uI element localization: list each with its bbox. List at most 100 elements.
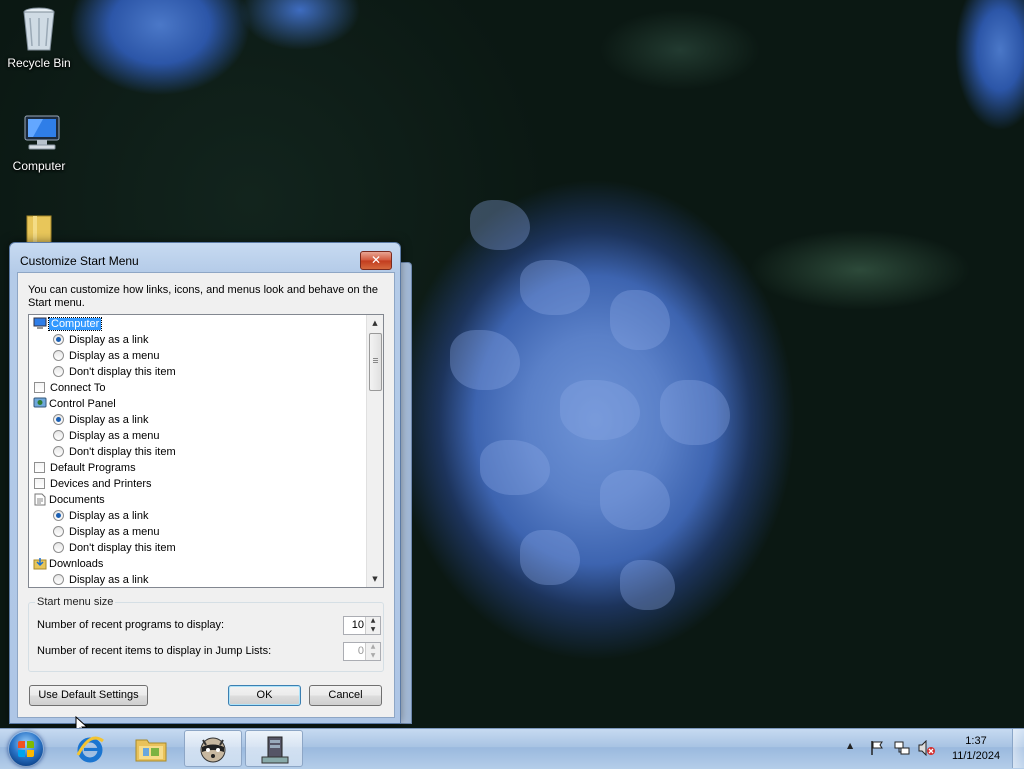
- stepper-up-icon[interactable]: ▲: [366, 643, 380, 651]
- radio-documents-dont-display[interactable]: Don't display this item: [53, 540, 176, 556]
- stepper-down-icon[interactable]: ▼: [366, 626, 380, 634]
- list-item-computer[interactable]: Computer: [33, 316, 103, 332]
- radio-button[interactable]: [53, 574, 64, 585]
- desktop-icon-recycle-bin[interactable]: Recycle Bin: [1, 6, 77, 70]
- list-item-label: Documents: [49, 494, 105, 506]
- taskbar-item-file-explorer[interactable]: [122, 730, 180, 767]
- ok-button[interactable]: OK: [228, 685, 301, 706]
- radio-downloads-display-as-link[interactable]: Display as a link: [53, 572, 149, 587]
- radio-button[interactable]: [53, 366, 64, 377]
- list-item-label: Control Panel: [49, 398, 116, 410]
- taskbar-item-server-app[interactable]: [245, 730, 303, 767]
- radio-button[interactable]: [53, 510, 64, 521]
- checkbox[interactable]: [34, 462, 45, 473]
- folder-icon: [135, 736, 167, 765]
- taskbar-item-raccoon-app[interactable]: [184, 730, 242, 767]
- recent-programs-stepper[interactable]: 10 ▲ ▼: [343, 616, 381, 635]
- radio-label: Don't display this item: [69, 446, 176, 458]
- radio-label: Display as a link: [69, 334, 149, 346]
- radio-label: Display as a link: [69, 414, 149, 426]
- scroll-down-arrow-icon[interactable]: ▼: [367, 571, 383, 587]
- customize-start-menu-dialog: Customize Start Menu ✕ You can customize…: [9, 242, 401, 724]
- desktop-icon-label: Computer: [12, 159, 66, 173]
- clock-date: 11/1/2024: [951, 750, 1001, 762]
- list-item-downloads[interactable]: Downloads: [33, 556, 103, 572]
- list-item-label: Computer: [47, 317, 103, 331]
- radio-label: Display as a menu: [69, 430, 160, 442]
- radio-documents-display-as-menu[interactable]: Display as a menu: [53, 524, 160, 540]
- cancel-button[interactable]: Cancel: [309, 685, 382, 706]
- radio-button[interactable]: [53, 446, 64, 457]
- show-hidden-icons-icon[interactable]: ▲: [847, 741, 853, 750]
- radio-computer-dont-display[interactable]: Don't display this item: [53, 364, 176, 380]
- checkbox-devices-and-printers[interactable]: Devices and Printers: [34, 476, 152, 492]
- radio-control-panel-display-as-menu[interactable]: Display as a menu: [53, 428, 160, 444]
- dialog-title: Customize Start Menu: [20, 254, 139, 268]
- server-icon: [260, 735, 290, 768]
- radio-button[interactable]: [53, 430, 64, 441]
- start-menu-options-list[interactable]: Computer Display as a link Display as a …: [28, 314, 384, 588]
- radio-computer-display-as-menu[interactable]: Display as a menu: [53, 348, 160, 364]
- list-item-label: Downloads: [49, 558, 104, 570]
- control-panel-icon: [33, 397, 47, 410]
- stepper-value: 10: [351, 619, 364, 631]
- radio-label: Display as a menu: [69, 526, 160, 538]
- network-icon[interactable]: [894, 740, 910, 759]
- radio-label: Don't display this item: [69, 542, 176, 554]
- list-item-control-panel[interactable]: Control Panel: [33, 396, 116, 412]
- recycle-bin-icon: [19, 6, 59, 51]
- downloads-icon: [33, 557, 47, 570]
- taskbar-clock[interactable]: 1:37 11/1/2024: [946, 734, 1006, 764]
- radio-label: Display as a link: [69, 574, 149, 586]
- group-label: Start menu size: [35, 596, 116, 608]
- jump-list-items-stepper[interactable]: 0 ▲ ▼: [343, 642, 381, 661]
- list-scrollbar[interactable]: ▲ ▼: [366, 315, 383, 587]
- internet-explorer-icon: [75, 735, 105, 766]
- checkbox-label: Default Programs: [50, 462, 136, 474]
- intro-text: You can customize how links, icons, and …: [28, 284, 378, 309]
- computer-icon: [19, 114, 60, 154]
- scroll-up-arrow-icon[interactable]: ▲: [367, 315, 383, 331]
- radio-button[interactable]: [53, 350, 64, 361]
- radio-label: Display as a link: [69, 510, 149, 522]
- checkbox-default-programs[interactable]: Default Programs: [34, 460, 136, 476]
- use-default-settings-button[interactable]: Use Default Settings: [29, 685, 148, 706]
- radio-documents-display-as-link[interactable]: Display as a link: [53, 508, 148, 524]
- stepper-value: 0: [357, 645, 364, 657]
- radio-button[interactable]: [53, 414, 64, 425]
- checkbox-label: Devices and Printers: [50, 478, 152, 490]
- show-desktop-button[interactable]: [1012, 729, 1024, 768]
- dialog-body: You can customize how links, icons, and …: [17, 272, 395, 718]
- recent-programs-label: Number of recent programs to display:: [37, 619, 225, 631]
- start-button[interactable]: [8, 731, 44, 767]
- jump-list-items-label: Number of recent items to display in Jum…: [37, 645, 272, 657]
- taskbar-item-internet-explorer[interactable]: [61, 730, 119, 767]
- stepper-up-icon[interactable]: ▲: [366, 617, 380, 625]
- radio-control-panel-dont-display[interactable]: Don't display this item: [53, 444, 176, 460]
- checkbox-label: Connect To: [50, 382, 106, 394]
- list-item-documents[interactable]: Documents: [33, 492, 105, 508]
- stepper-down-icon[interactable]: ▼: [366, 652, 380, 660]
- desktop-icon-computer[interactable]: Computer: [1, 114, 77, 173]
- radio-button[interactable]: [53, 334, 64, 345]
- taskbar: ▲ 1:37 11/1/2024: [0, 728, 1024, 769]
- checkbox-connect-to[interactable]: Connect To: [34, 380, 105, 396]
- scroll-thumb[interactable]: [369, 333, 382, 391]
- checkbox[interactable]: [34, 382, 45, 393]
- documents-icon: [34, 493, 47, 506]
- raccoon-icon: [197, 734, 229, 767]
- close-icon: ✕: [370, 253, 382, 267]
- action-center-flag-icon[interactable]: [870, 740, 884, 759]
- radio-button[interactable]: [53, 526, 64, 537]
- start-menu-size-group: Start menu size Number of recent program…: [28, 596, 384, 672]
- windows-logo-icon: [18, 741, 34, 757]
- radio-computer-display-as-link[interactable]: Display as a link: [53, 332, 148, 348]
- clock-time: 1:37: [965, 735, 987, 747]
- radio-label: Don't display this item: [69, 366, 176, 378]
- radio-button[interactable]: [53, 542, 64, 553]
- volume-muted-icon[interactable]: [918, 739, 936, 759]
- radio-label: Display as a menu: [69, 350, 160, 362]
- close-button[interactable]: ✕: [360, 251, 392, 270]
- checkbox[interactable]: [34, 478, 45, 489]
- radio-control-panel-display-as-link[interactable]: Display as a link: [53, 412, 148, 428]
